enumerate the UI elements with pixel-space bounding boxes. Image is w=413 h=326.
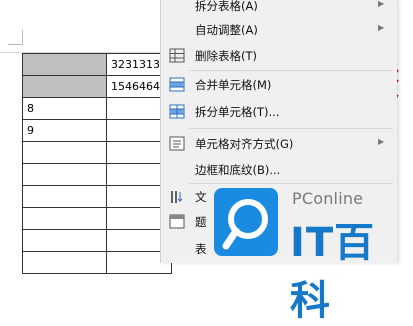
margin-corner-mark — [8, 30, 23, 45]
table-row: 3231313 — [22, 53, 172, 76]
menu-item-label: 边框和底纹(B)... — [195, 163, 281, 177]
menu-item-label: 自动调整(A) — [195, 23, 258, 37]
table-cell[interactable] — [22, 229, 107, 252]
menu-separator — [189, 70, 393, 71]
brand-english: PConline — [292, 189, 364, 208]
menu-separator — [189, 128, 393, 129]
table-cell[interactable] — [22, 141, 107, 164]
submenu-arrow-icon: ▶ — [378, 137, 385, 146]
menu-item-split-table[interactable]: 拆分表格(A) ▶ — [161, 0, 397, 17]
cell-align-icon — [169, 136, 185, 151]
menu-item-split-cells[interactable]: 拆分单元格(T)... — [161, 101, 397, 123]
table-cell[interactable]: 9 — [22, 119, 107, 142]
pconline-logo-icon — [214, 188, 278, 256]
menu-item-label: 拆分单元格(T)... — [195, 105, 280, 119]
split-cells-icon — [169, 104, 185, 119]
menu-item-delete-table[interactable]: 删除表格(T) — [161, 45, 397, 67]
pconline-watermark: PConline IT百科 — [212, 186, 402, 324]
table-row — [22, 229, 172, 252]
menu-item-label: 单元格对齐方式(G) — [195, 137, 294, 151]
table-row — [22, 163, 172, 186]
table-cell[interactable] — [22, 75, 107, 98]
submenu-arrow-icon: ▶ — [378, 23, 385, 32]
menu-item-merge-cells[interactable]: 合并单元格(M) — [161, 74, 397, 96]
menu-item-label: 合并单元格(M) — [195, 78, 272, 92]
menu-item-auto-fit[interactable]: 自动调整(A) ▶ — [161, 19, 397, 41]
merge-cells-icon — [169, 77, 185, 92]
text-direction-icon — [171, 191, 183, 203]
table-cell[interactable] — [22, 207, 107, 230]
table-row: 9 — [22, 119, 172, 142]
table-cell[interactable]: 8 — [22, 97, 107, 120]
menu-item-label: 文 — [195, 190, 207, 204]
word-table[interactable]: 3231313 1546464 8 9 — [22, 53, 172, 274]
submenu-arrow-icon: ▶ — [378, 0, 385, 8]
delete-table-icon — [169, 48, 185, 63]
brand-chinese: IT百科 — [290, 220, 376, 324]
menu-item-label: 表 — [195, 242, 207, 256]
table-row: 8 — [22, 97, 172, 120]
menu-item-label: 题 — [195, 215, 207, 229]
table-row: 1546464 — [22, 75, 172, 98]
table-row — [22, 207, 172, 230]
table-cell[interactable] — [22, 185, 107, 208]
menu-item-borders-shading[interactable]: 边框和底纹(B)... — [161, 159, 397, 181]
table-cell[interactable] — [22, 163, 107, 186]
menu-item-cell-alignment[interactable]: 单元格对齐方式(G) ▶ — [161, 133, 397, 155]
menu-separator — [189, 183, 393, 184]
title-row-icon — [169, 214, 185, 229]
table-cell[interactable] — [22, 53, 107, 76]
table-row — [22, 185, 172, 208]
menu-item-label: 拆分表格(A) — [195, 0, 258, 13]
table-row — [22, 141, 172, 164]
menu-item-label: 删除表格(T) — [195, 49, 257, 63]
